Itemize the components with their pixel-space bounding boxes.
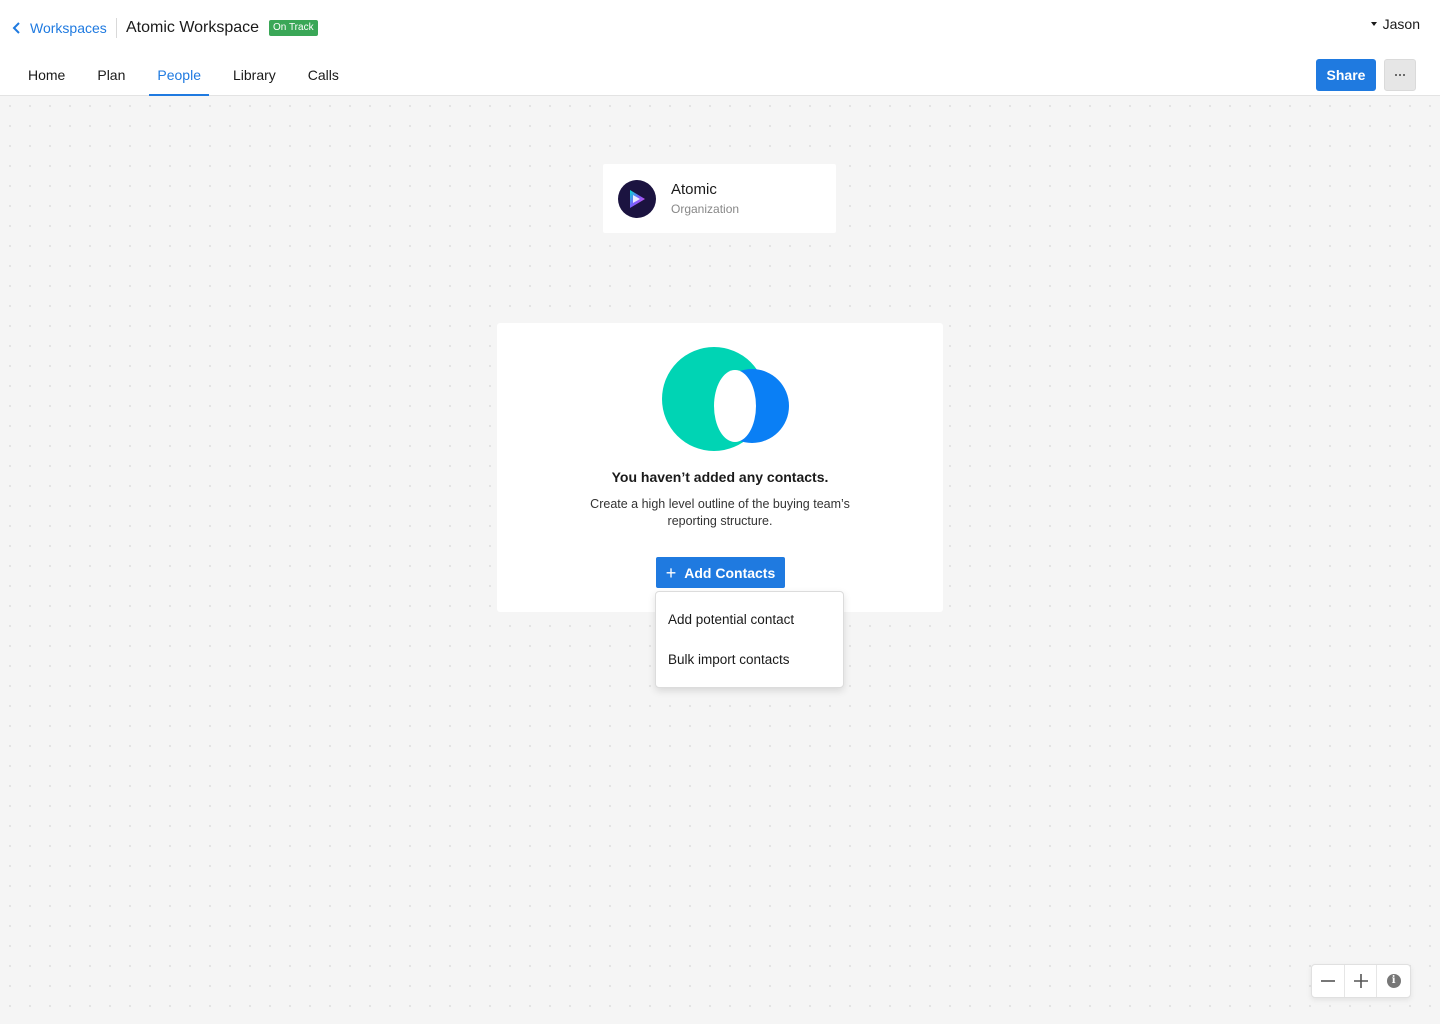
plus-icon: + — [665, 562, 677, 583]
menu-item-add-potential-contact[interactable]: Add potential contact — [656, 600, 843, 640]
back-link-label: Workspaces — [30, 20, 107, 36]
add-contacts-label: Add Contacts — [684, 564, 776, 581]
empty-contacts-card: You haven’t added any contacts. Create a… — [497, 323, 943, 612]
tab-plan[interactable]: Plan — [89, 56, 133, 95]
tab-calls[interactable]: Calls — [300, 56, 347, 95]
caret-down-icon — [1370, 22, 1377, 26]
nav-tabs: Home Plan People Library Calls — [20, 56, 363, 96]
app-header: Workspaces Atomic Workspace On Track Jas… — [0, 0, 1440, 96]
empty-state-title: You haven’t added any contacts. — [611, 469, 829, 485]
status-badge: On Track — [269, 20, 318, 36]
contacts-illustration — [662, 347, 789, 451]
empty-state-description: Create a high level outline of the buyin… — [590, 497, 850, 528]
user-name: Jason — [1382, 16, 1420, 32]
ellipsis-dot — [1403, 74, 1405, 76]
menu-item-bulk-import-contacts[interactable]: Bulk import contacts — [656, 640, 843, 680]
add-contacts-dropdown: Add potential contact Bulk import contac… — [655, 591, 844, 688]
user-menu[interactable]: Jason — [1370, 16, 1420, 32]
zoom-controls: i — [1311, 964, 1411, 998]
organization-logo — [618, 179, 656, 218]
zoom-in-button[interactable] — [1345, 965, 1378, 997]
plus-icon — [1353, 974, 1368, 988]
organization-name: Atomic — [671, 180, 717, 198]
play-logo-icon — [630, 189, 645, 208]
more-options-button[interactable] — [1384, 59, 1416, 91]
tab-people[interactable]: People — [149, 56, 209, 96]
organization-card[interactable]: Atomic Organization — [603, 164, 836, 233]
share-button[interactable]: Share — [1316, 59, 1376, 91]
ellipsis-dot — [1399, 74, 1401, 76]
header-divider — [116, 18, 117, 38]
ellipsis-icon — [1395, 74, 1397, 76]
back-to-workspaces-link[interactable]: Workspaces — [12, 18, 107, 38]
tab-home[interactable]: Home — [20, 56, 73, 95]
tab-library[interactable]: Library — [225, 56, 284, 95]
minus-icon — [1320, 980, 1335, 982]
zoom-out-button[interactable] — [1312, 965, 1345, 997]
chevron-left-icon — [12, 22, 20, 34]
organization-info: Atomic Organization — [671, 181, 739, 217]
add-contacts-button[interactable]: + Add Contacts — [656, 557, 785, 588]
info-icon: i — [1386, 974, 1401, 988]
workspace-title: Atomic Workspace — [126, 19, 260, 36]
info-button[interactable]: i — [1377, 965, 1410, 997]
top-bar: Workspaces Atomic Workspace On Track Jas… — [0, 0, 1440, 56]
organization-type: Organization — [671, 201, 740, 216]
